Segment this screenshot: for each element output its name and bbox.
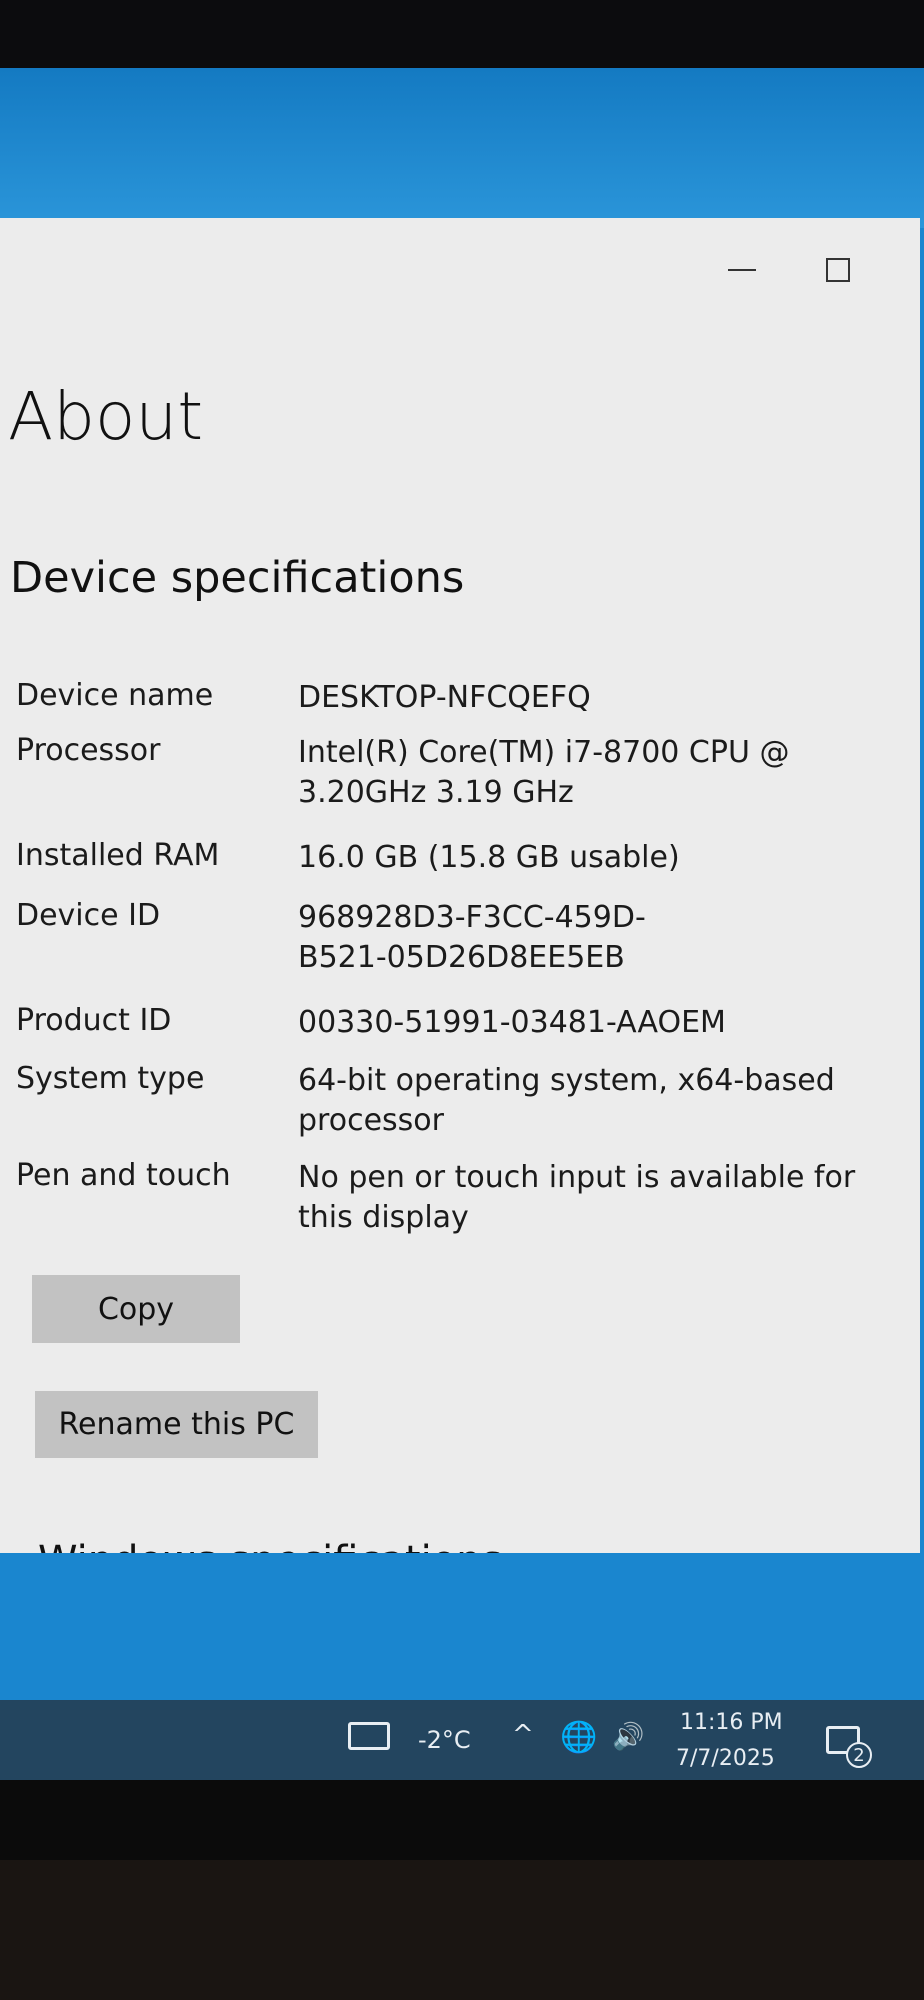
spec-label: Processor <box>16 733 161 768</box>
spec-label: System type <box>16 1061 205 1096</box>
spec-value: No pen or touch input is available for t… <box>298 1160 856 1235</box>
spec-value: 64-bit operating system, x64-based proce… <box>298 1063 835 1138</box>
spec-value: 00330-51991-03481-AAOEM <box>298 1005 726 1040</box>
chevron-up-icon[interactable]: ^ <box>512 1720 534 1750</box>
system-tray: -2°C ^ 🌐 🔊 11:16 PM 7/7/2025 2 <box>0 1710 924 1790</box>
windows-specifications-heading: Windows specifications <box>38 1531 502 1553</box>
spec-label: Device name <box>16 678 214 713</box>
rename-pc-button[interactable]: Rename this PC <box>35 1391 318 1458</box>
spec-value: Intel(R) Core(TM) i7-8700 CPU @ 3.20GHz … <box>298 735 790 810</box>
spec-value: 968928D3-F3CC-459D-B521-05D26D8EE5EB <box>298 900 646 975</box>
spec-value: 16.0 GB (15.8 GB usable) <box>298 840 680 875</box>
spec-label: Installed RAM <box>16 838 220 873</box>
spec-label: Pen and touch <box>16 1158 231 1193</box>
temperature-label[interactable]: -2°C <box>418 1726 471 1754</box>
network-icon[interactable]: 🌐 <box>560 1720 597 1755</box>
desk-surface <box>0 1860 924 2000</box>
volume-icon[interactable]: 🔊 <box>612 1722 644 1752</box>
monitor-bezel-top <box>0 0 924 70</box>
clock-time[interactable]: 11:16 PM <box>680 1710 783 1735</box>
weather-icon[interactable] <box>348 1722 390 1750</box>
maximize-icon[interactable] <box>826 258 850 282</box>
spec-label: Product ID <box>16 1003 172 1038</box>
desktop-wallpaper-band <box>0 68 924 228</box>
spec-label: Device ID <box>16 898 161 933</box>
notification-count-badge: 2 <box>846 1742 872 1768</box>
device-specifications-heading: Device specifications <box>10 553 465 603</box>
settings-window: About Device specifications Device name … <box>0 218 920 1553</box>
page-title: About <box>8 378 204 455</box>
clock-date[interactable]: 7/7/2025 <box>676 1746 775 1771</box>
spec-value: DESKTOP-NFCQEFQ <box>298 680 591 715</box>
copy-button[interactable]: Copy <box>32 1275 240 1343</box>
window-controls <box>728 258 850 282</box>
minimize-icon[interactable] <box>728 269 756 271</box>
